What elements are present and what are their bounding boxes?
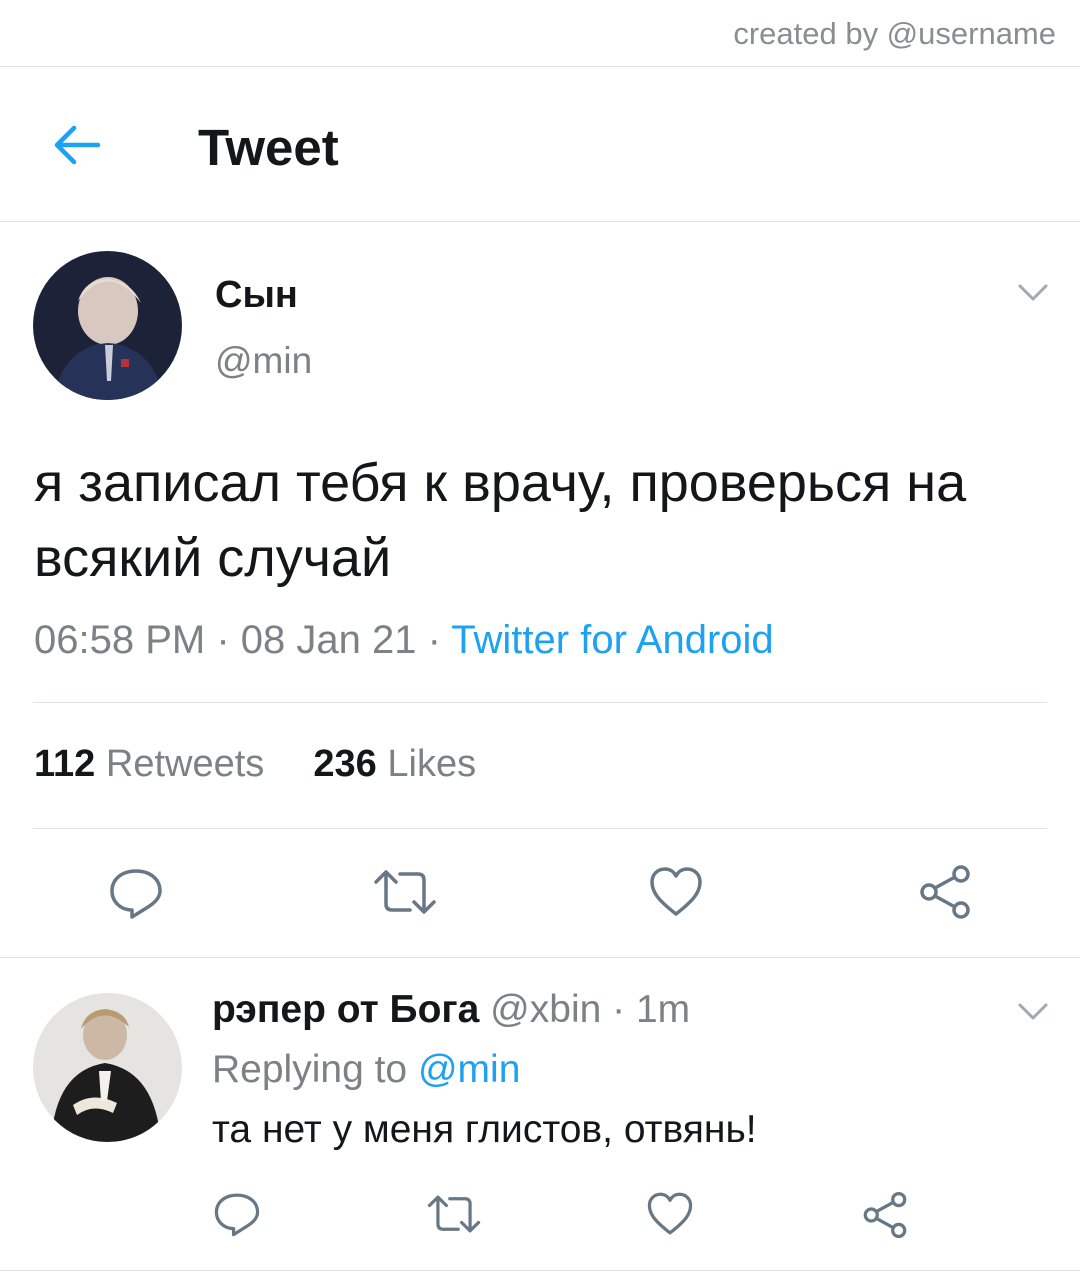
chevron-down-icon[interactable] (1017, 282, 1049, 304)
likes-label: Likes (387, 743, 477, 785)
chevron-down-icon[interactable] (1017, 1001, 1049, 1023)
reply-author-name[interactable]: рэпер от Бога (212, 988, 479, 1031)
reply-text: та нет у меня глистов, отвянь! (212, 1108, 757, 1151)
reply-author-handle[interactable]: @xbin (490, 988, 601, 1031)
stats-divider (33, 828, 1047, 829)
likes-count: 236 (313, 743, 377, 785)
retweets-stat[interactable]: 112 Retweets (34, 743, 264, 785)
reply-avatar[interactable] (33, 993, 182, 1142)
retweets-count: 112 (34, 743, 96, 785)
meta-separator: · (205, 618, 241, 662)
author-handle[interactable]: @min (215, 340, 312, 382)
replying-prefix: Replying to (212, 1048, 418, 1091)
retweet-icon[interactable] (372, 866, 438, 923)
tweet-stats: 112 Retweets 236 Likes (34, 743, 476, 786)
reply-separator: · (601, 988, 636, 1031)
likes-stat[interactable]: 236 Likes (313, 743, 476, 785)
reply-icon[interactable] (213, 1190, 261, 1243)
header-divider (0, 221, 1080, 222)
retweet-icon[interactable] (426, 1192, 482, 1241)
meta-separator: · (416, 618, 452, 662)
like-icon[interactable] (646, 1190, 694, 1243)
meta-divider (33, 702, 1047, 703)
top-divider (0, 66, 1080, 67)
replying-to-link[interactable]: @min (418, 1048, 520, 1091)
tweet-date: 08 Jan 21 (240, 618, 417, 662)
avatar[interactable] (33, 251, 182, 400)
tweet-time: 06:58 PM (34, 618, 206, 662)
like-icon[interactable] (648, 864, 704, 925)
retweets-label: Retweets (105, 743, 265, 785)
tweet-source-link[interactable]: Twitter for Android (451, 618, 773, 662)
reply-age: 1m (635, 988, 691, 1031)
back-arrow-icon[interactable] (52, 122, 102, 168)
page-title: Tweet (198, 119, 339, 176)
share-icon[interactable] (917, 864, 973, 925)
tweet-meta: 06:58 PM · 08 Jan 21 · Twitter for Andro… (34, 618, 774, 663)
bottom-divider (0, 1270, 1080, 1271)
tweet-divider (0, 957, 1080, 958)
reply-icon[interactable] (108, 865, 164, 926)
author-name[interactable]: Сын (215, 274, 298, 317)
replying-to-line: Replying to @min (212, 1048, 520, 1092)
share-icon[interactable] (861, 1191, 909, 1244)
reply-header: рэпер от Бога @xbin · 1m (212, 988, 690, 1032)
created-by-credit: created by @username (733, 16, 1056, 51)
tweet-text: я записал тебя к врачу, проверься на вся… (34, 453, 967, 588)
